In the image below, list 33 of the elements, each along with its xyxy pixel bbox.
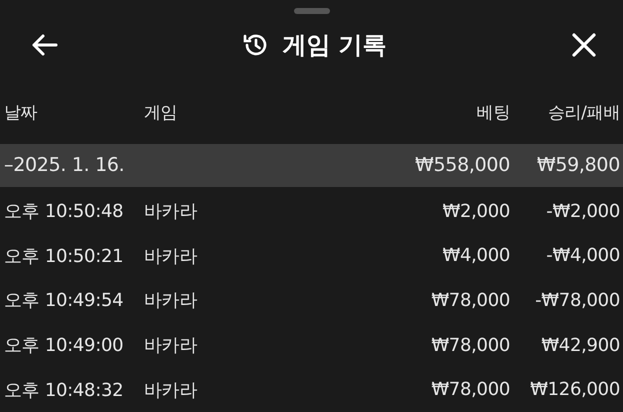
time-cell-text: 오후 10:50:48: [4, 200, 124, 224]
game-cell-text: 바카라: [144, 289, 198, 312]
group-bet-total: ₩558,000: [414, 154, 510, 176]
result-cell-text: ₩126,000: [529, 379, 620, 400]
group-date: –2025. 1. 16.: [4, 154, 126, 176]
time-cell-text: 오후 10:49:54: [4, 289, 124, 312]
game-cell-text: 바카라: [144, 378, 198, 402]
back-arrow-icon: [30, 33, 58, 58]
group-result-total: ₩59,800: [536, 154, 620, 176]
column-header: 날짜: [4, 102, 38, 124]
date-group-row[interactable]: –2025. 1. 16. ₩558,000 ₩59,800: [0, 144, 623, 187]
result-cell-text: ₩42,900: [540, 334, 620, 356]
column-header: 승리/패배: [546, 102, 620, 124]
game-cell-text: 바카라: [144, 200, 198, 224]
game-cell-text: 바카라: [144, 244, 198, 268]
bet-cell-text: ₩78,000: [430, 290, 510, 311]
bet-cell-text: ₩2,000: [441, 200, 510, 222]
time-cell-text: 오후 10:50:21: [4, 244, 124, 268]
result-cell-text: -₩2,000: [545, 200, 620, 222]
column-header: 베팅: [476, 102, 510, 124]
game-cell-text: 바카라: [144, 334, 198, 358]
result-cell-text: -₩78,000: [534, 290, 620, 311]
history-icon: [242, 32, 268, 58]
drag-handle[interactable]: [294, 8, 330, 14]
bet-cell-text: ₩78,000: [430, 379, 510, 400]
time-cell-text: 오후 10:48:32: [4, 378, 124, 402]
bet-cell-text: ₩4,000: [441, 245, 510, 266]
result-cell-text: -₩4,000: [545, 245, 620, 266]
bet-cell-text: ₩78,000: [430, 334, 510, 356]
time-cell-text: 오후 10:49:00: [4, 334, 124, 358]
window-title: 게임 기록: [282, 30, 387, 62]
column-header: 게임: [144, 102, 178, 124]
close-icon: [570, 32, 597, 58]
